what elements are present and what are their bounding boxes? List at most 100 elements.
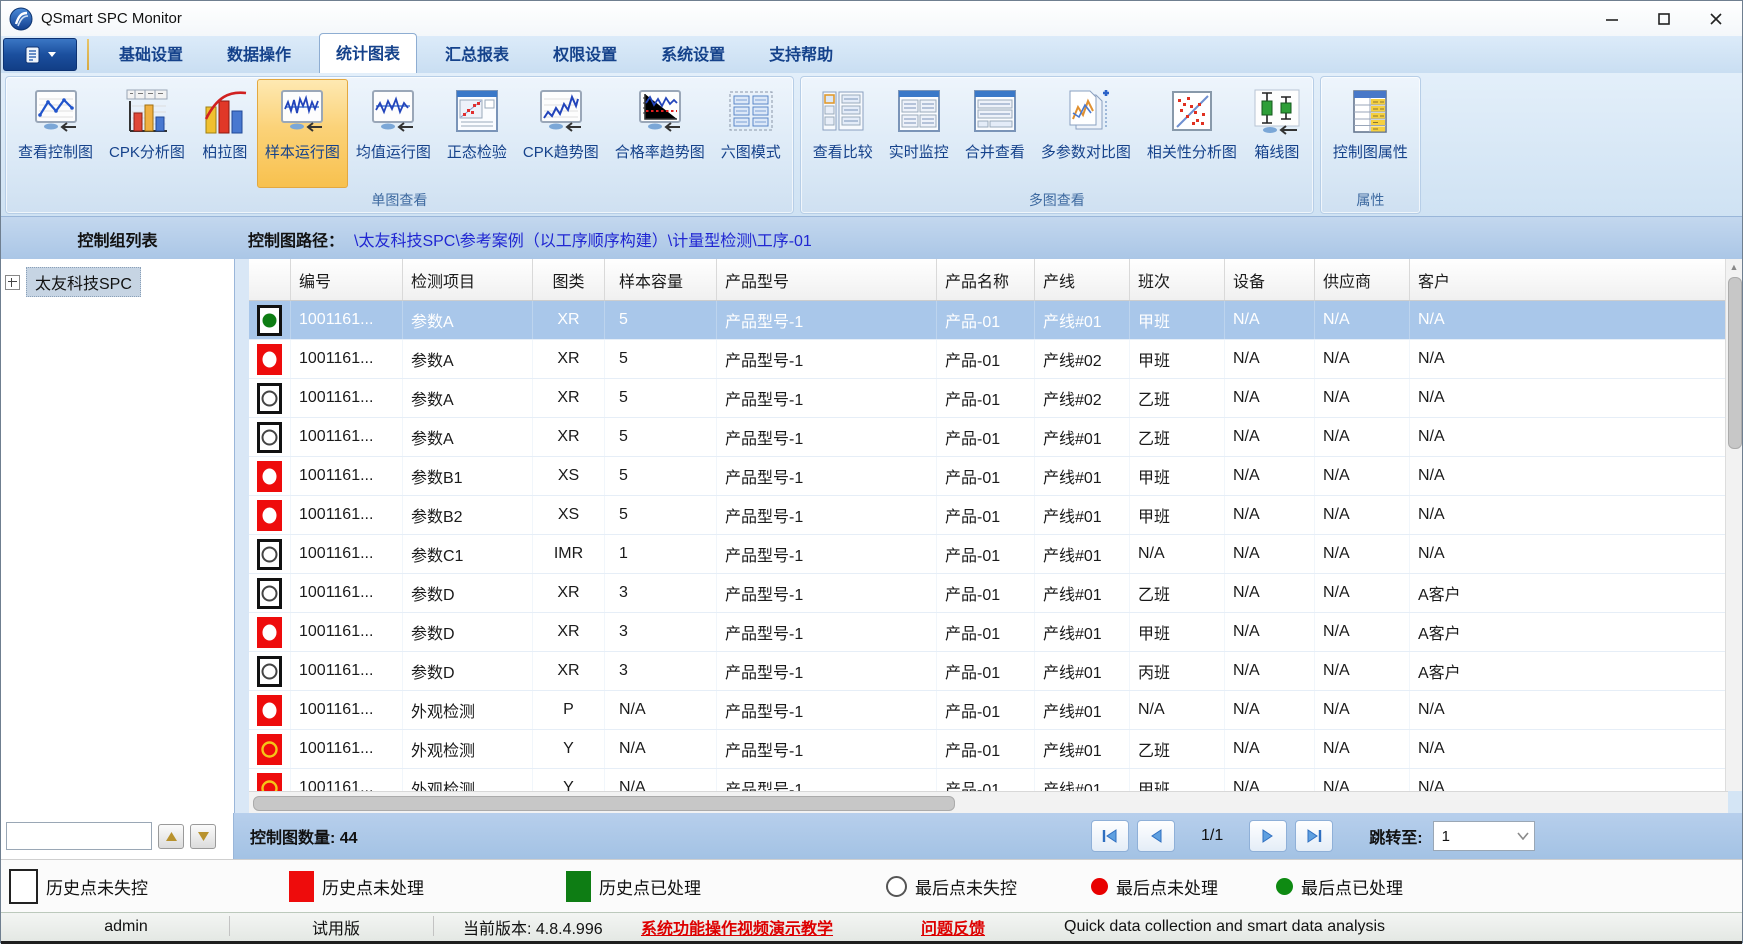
table-row[interactable]: 1001161...外观检测PN/A产品型号-1产品-01产线#01N/AN/A… (249, 691, 1728, 730)
vertical-scrollbar-thumb[interactable] (1728, 277, 1742, 449)
cell-7: 产线#01 (1035, 574, 1130, 612)
control-chart-properties-button[interactable]: 控制图属性 (1325, 79, 1416, 188)
view-control-chart-button[interactable]: 查看控制图 (10, 79, 101, 188)
legend-label: 最后点未处理 (1116, 874, 1218, 899)
cell-9: N/A (1225, 691, 1315, 729)
scroll-up-icon[interactable]: ▲ (1726, 259, 1742, 275)
cell-6: 产品-01 (937, 457, 1035, 495)
horizontal-scrollbar[interactable] (249, 791, 1728, 813)
column-header-4[interactable]: 样本容量 (605, 259, 717, 300)
realtime-monitor-button[interactable]: 实时监控 (881, 79, 957, 188)
search-up-button[interactable] (158, 824, 184, 849)
table-row[interactable]: 1001161...参数DXR3产品型号-1产品-01产线#01乙班N/AN/A… (249, 574, 1728, 613)
tab-system-settings[interactable]: 系统设置 (645, 35, 741, 73)
tab-basic-settings[interactable]: 基础设置 (103, 35, 199, 73)
table-row[interactable]: 1001161...参数AXR5产品型号-1产品-01产线#01甲班N/AN/A… (249, 301, 1728, 340)
app-menu-button[interactable] (3, 38, 77, 71)
pass-rate-trend-chart-button[interactable]: 合格率趋势图 (607, 79, 713, 188)
sample-run-chart-button[interactable]: 样本运行图 (257, 79, 348, 188)
last-page-button[interactable] (1295, 820, 1333, 852)
pagination-bar: 控制图数量: 44 1/1 跳转至: 1 (1, 813, 1742, 859)
box-plot-button[interactable]: 箱线图 (1245, 79, 1309, 188)
table-row[interactable]: 1001161...参数C1IMR1产品型号-1产品-01产线#01N/AN/A… (249, 535, 1728, 574)
chevron-down-icon[interactable] (1512, 832, 1534, 840)
mean-run-chart-button[interactable]: 均值运行图 (348, 79, 439, 188)
column-header-6[interactable]: 产品名称 (937, 259, 1035, 300)
feedback-link[interactable]: 问题反馈 (921, 915, 985, 939)
table-row[interactable]: 1001161...参数DXR3产品型号-1产品-01产线#01甲班N/AN/A… (249, 613, 1728, 652)
cell-10: N/A (1315, 730, 1410, 768)
table-row[interactable]: 1001161...参数AXR5产品型号-1产品-01产线#02甲班N/AN/A… (249, 340, 1728, 379)
column-header-status[interactable] (249, 259, 291, 300)
tab-summary-reports[interactable]: 汇总报表 (429, 35, 525, 73)
minimize-button[interactable] (1586, 2, 1638, 36)
tab-permission-settings[interactable]: 权限设置 (537, 35, 633, 73)
cell-4: N/A (605, 730, 717, 768)
tab-statistical-charts[interactable]: 统计图表 (319, 33, 417, 73)
cell-2: 参数D (403, 613, 533, 651)
six-chart-mode-button[interactable]: 六图模式 (713, 79, 789, 188)
table-row[interactable]: 1001161...参数AXR5产品型号-1产品-01产线#01乙班N/AN/A… (249, 418, 1728, 457)
jump-to-dropdown[interactable]: 1 (1433, 821, 1535, 851)
column-header-3[interactable]: 图类 (533, 259, 605, 300)
tree-search-input[interactable] (6, 822, 152, 850)
merged-view-button[interactable]: 合并查看 (957, 79, 1033, 188)
column-header-8[interactable]: 班次 (1130, 259, 1225, 300)
tab-data-operations[interactable]: 数据操作 (211, 35, 307, 73)
cell-10: N/A (1315, 652, 1410, 690)
cell-10: N/A (1315, 613, 1410, 651)
tree-node-root[interactable]: 太友科技SPC (5, 267, 234, 297)
column-header-11[interactable]: 客户 (1410, 259, 1728, 300)
ribbon-button-label: 实时监控 (889, 141, 949, 162)
multi-parameter-compare-chart-button[interactable]: 多参数对比图 (1033, 79, 1139, 188)
tree-node-label[interactable]: 太友科技SPC (26, 267, 141, 297)
cell-3: XS (533, 457, 605, 495)
next-page-button[interactable] (1249, 820, 1287, 852)
pareto-chart-button[interactable]: 柏拉图 (193, 79, 257, 188)
video-tutorial-link[interactable]: 系统功能操作视频演示教学 (641, 915, 833, 939)
table-row[interactable]: 1001161...参数B1XS5产品型号-1产品-01产线#01甲班N/AN/… (249, 457, 1728, 496)
cell-1: 1001161... (291, 301, 403, 339)
column-header-7[interactable]: 产线 (1035, 259, 1130, 300)
column-header-9[interactable]: 设备 (1225, 259, 1315, 300)
page-indicator: 1/1 (1201, 827, 1223, 845)
table-row[interactable]: 1001161...参数AXR5产品型号-1产品-01产线#02乙班N/AN/A… (249, 379, 1728, 418)
legend-label: 最后点未失控 (915, 874, 1017, 899)
close-button[interactable] (1690, 2, 1742, 36)
table-row[interactable]: 1001161...外观检测YN/A产品型号-1产品-01产线#01乙班N/AN… (249, 730, 1728, 769)
column-header-5[interactable]: 产品型号 (717, 259, 937, 300)
cell-7: 产线#01 (1035, 691, 1130, 729)
cpk-trend-chart-button[interactable]: CPK趋势图 (515, 79, 607, 188)
previous-page-button[interactable] (1137, 820, 1175, 852)
search-down-button[interactable] (190, 824, 216, 849)
column-header-1[interactable]: 编号 (291, 259, 403, 300)
cell-6: 产品-01 (937, 730, 1035, 768)
ribbon-button-label: CPK趋势图 (523, 141, 599, 162)
column-header-10[interactable]: 供应商 (1315, 259, 1410, 300)
menu-tabs: 基础设置数据操作统计图表汇总报表权限设置系统设置支持帮助 (97, 36, 855, 73)
legend-item: 历史点未处理 (289, 871, 424, 902)
normality-test-button[interactable]: 正态检验 (439, 79, 515, 188)
column-header-2[interactable]: 检测项目 (403, 259, 533, 300)
cell-2: 参数A (403, 379, 533, 417)
cell-11: N/A (1410, 535, 1728, 573)
cpk-analysis-chart-button[interactable]: CPK分析图 (101, 79, 193, 188)
correlation-analysis-chart-button[interactable]: 相关性分析图 (1139, 79, 1245, 188)
vertical-scrollbar[interactable]: ▲ (1725, 259, 1742, 791)
first-page-button[interactable] (1091, 820, 1129, 852)
row-status-white-hollow-icon (249, 379, 291, 417)
table-row[interactable]: 1001161...参数B2XS5产品型号-1产品-01产线#01甲班N/AN/… (249, 496, 1728, 535)
tab-support-help[interactable]: 支持帮助 (753, 35, 849, 73)
ribbon-group-buttons: 查看控制图CPK分析图柏拉图样本运行图均值运行图正态检验 CPK趋势图合格率趋势图… (6, 77, 793, 188)
horizontal-scrollbar-thumb[interactable] (253, 796, 955, 811)
view-compare-button[interactable]: 查看比较 (805, 79, 881, 188)
cell-9: N/A (1225, 379, 1315, 417)
table-row[interactable]: 1001161...参数DXR3产品型号-1产品-01产线#01丙班N/AN/A… (249, 652, 1728, 691)
ribbon-group-buttons: 查看比较实时监控合并查看多参数对比图相关性分析图箱线图 (801, 77, 1313, 188)
tree-expander-plus-icon[interactable] (5, 275, 20, 290)
panel-splitter[interactable] (235, 259, 249, 813)
ribbon-button-label: 均值运行图 (356, 141, 431, 162)
realtime-icon (895, 86, 943, 138)
maximize-button[interactable] (1638, 2, 1690, 36)
cell-1: 1001161... (291, 730, 403, 768)
